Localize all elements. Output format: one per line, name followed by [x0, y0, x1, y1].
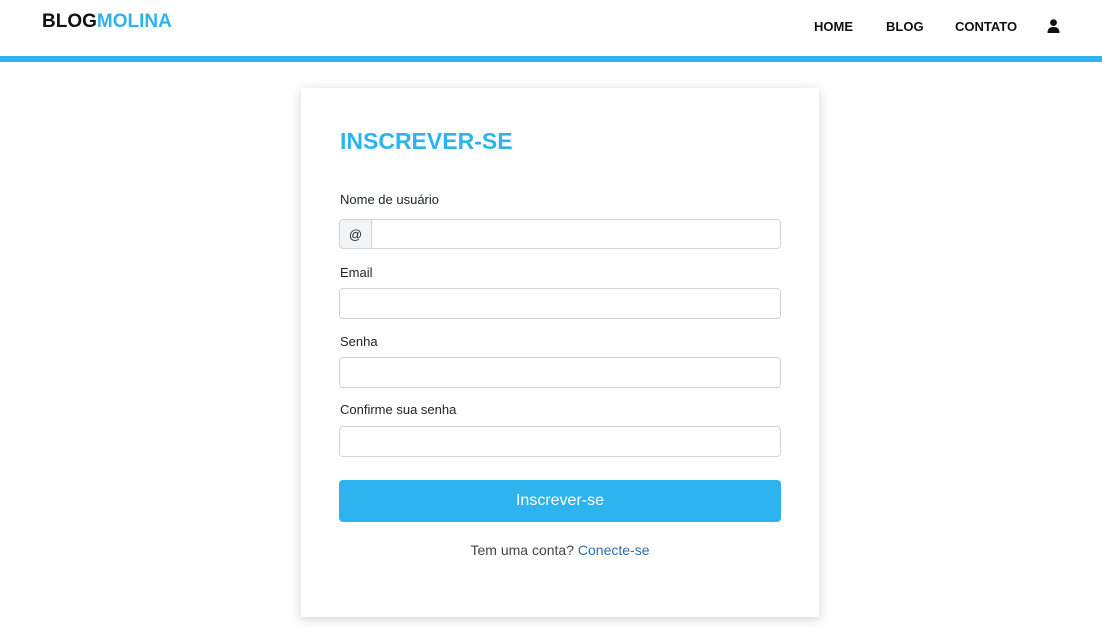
navbar-accent-bar [0, 56, 1102, 62]
top-navbar: BLOGMOLINA HOME BLOG CONTATO [0, 0, 1102, 56]
at-sign-prefix: @ [339, 219, 371, 249]
brand-logo[interactable]: BLOGMOLINA [42, 11, 172, 33]
login-link[interactable]: Conecte-se [578, 542, 650, 558]
email-label: Email [340, 265, 373, 280]
username-input-group: @ [339, 219, 781, 249]
brand-part-molina: MOLINA [96, 11, 172, 32]
password-input[interactable] [339, 357, 781, 388]
signup-title: INSCREVER-SE [340, 128, 513, 154]
email-input[interactable] [339, 288, 781, 319]
username-input[interactable] [371, 219, 781, 249]
nav-contato-link[interactable]: CONTATO [955, 19, 1017, 34]
nav-home-link[interactable]: HOME [814, 19, 853, 34]
user-icon[interactable] [1047, 19, 1060, 33]
login-prompt-line: Tem uma conta? Conecte-se [301, 542, 819, 558]
password-label: Senha [340, 334, 378, 349]
signup-submit-button[interactable]: Inscrever-se [339, 480, 781, 522]
username-label: Nome de usuário [340, 192, 439, 207]
signup-card: INSCREVER-SE Nome de usuário @ Email Sen… [301, 88, 819, 617]
login-prompt-text: Tem uma conta? [470, 542, 575, 558]
nav-blog-link[interactable]: BLOG [886, 19, 924, 34]
confirm-password-label: Confirme sua senha [340, 402, 457, 417]
brand-part-blog: BLOG [42, 11, 97, 32]
confirm-password-input[interactable] [339, 426, 781, 457]
